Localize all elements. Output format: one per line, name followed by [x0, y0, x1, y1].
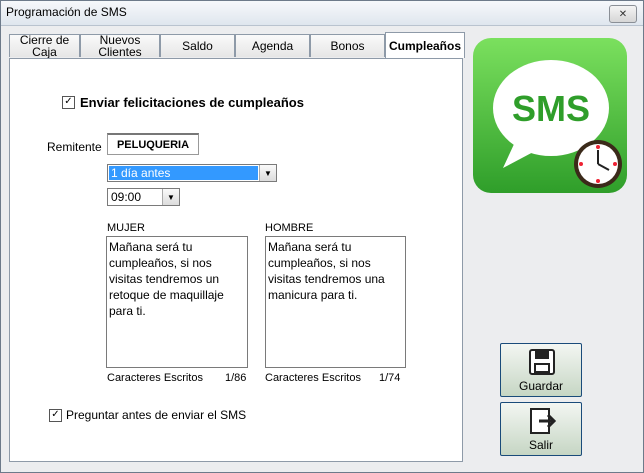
birthday-panel: ✓ Enviar felicitaciones de cumpleaños Re… [9, 58, 463, 462]
exit-label: Salir [528, 438, 553, 452]
close-button[interactable]: ✕ [609, 5, 637, 23]
chevron-down-icon[interactable]: ▼ [162, 189, 179, 205]
save-label: Guardar [518, 379, 564, 393]
save-button[interactable]: Guardar [500, 343, 582, 397]
days-before-select[interactable]: 1 día antes ▼ [107, 164, 277, 182]
send-birthday-label: Enviar felicitaciones de cumpleaños [80, 95, 304, 110]
tab-saldo[interactable]: Saldo [160, 34, 235, 57]
woman-message-textarea[interactable]: Mañana será tu cumpleaños, si nos visita… [106, 236, 248, 368]
tab-label: Saldo [182, 39, 213, 53]
window-title: Programación de SMS [6, 5, 127, 19]
sms-bubble-icon: SMS [493, 60, 622, 188]
time-select[interactable]: 09:00 ▼ [107, 188, 180, 206]
man-counter-value: 1/74 [379, 372, 401, 384]
woman-counter-label: Caracteres Escritos [107, 372, 203, 384]
tab-label: Agenda [251, 39, 294, 53]
tab-nuevos-clientes[interactable]: Nuevos Clientes [80, 33, 160, 59]
tab-strip: Cierre de Caja Nuevos Clientes Saldo Age… [9, 32, 465, 59]
woman-counter-value: 1/86 [225, 372, 247, 384]
clock-icon [574, 140, 622, 188]
close-icon: ✕ [618, 8, 628, 20]
logo-text: SMS [512, 88, 590, 129]
tab-cierre-de-caja[interactable]: Cierre de Caja [9, 33, 80, 59]
ask-before-checkbox[interactable]: ✓ [49, 409, 62, 422]
tab-label: Cierre de Caja [19, 33, 70, 59]
title-bar: Programación de SMS ✕ [1, 1, 643, 26]
chevron-down-icon[interactable]: ▼ [259, 165, 276, 181]
tab-cumpleanos[interactable]: Cumpleaños [385, 32, 465, 58]
send-birthday-checkbox[interactable]: ✓ [62, 96, 75, 109]
tab-label: Bonos [330, 39, 365, 53]
time-value: 09:00 [111, 190, 142, 204]
tab-label: Cumpleaños [388, 38, 461, 53]
exit-button[interactable]: Salir [500, 402, 582, 456]
sms-logo: SMS [473, 38, 627, 193]
ask-before-label: Preguntar antes de enviar el SMS [66, 408, 247, 422]
woman-label: MUJER [107, 222, 145, 234]
sender-field[interactable]: PELUQUERIA [107, 133, 199, 155]
days-before-value: 1 día antes [109, 166, 258, 180]
sender-label: Remitente [47, 140, 102, 154]
sms-scheduler-window: Programación de SMS ✕ Cierre de Caja Nue… [0, 0, 644, 473]
exit-door-icon [530, 408, 557, 434]
tab-bonos[interactable]: Bonos [310, 34, 385, 57]
man-message-textarea[interactable]: Mañana será tu cumpleaños, si nos visita… [265, 236, 406, 368]
floppy-disk-icon [529, 349, 555, 375]
man-label: HOMBRE [265, 222, 314, 234]
tab-label: Nuevos Clientes [98, 33, 142, 59]
sender-value: PELUQUERIA [116, 138, 190, 151]
man-counter-label: Caracteres Escritos [265, 372, 361, 384]
tab-agenda[interactable]: Agenda [235, 34, 310, 57]
